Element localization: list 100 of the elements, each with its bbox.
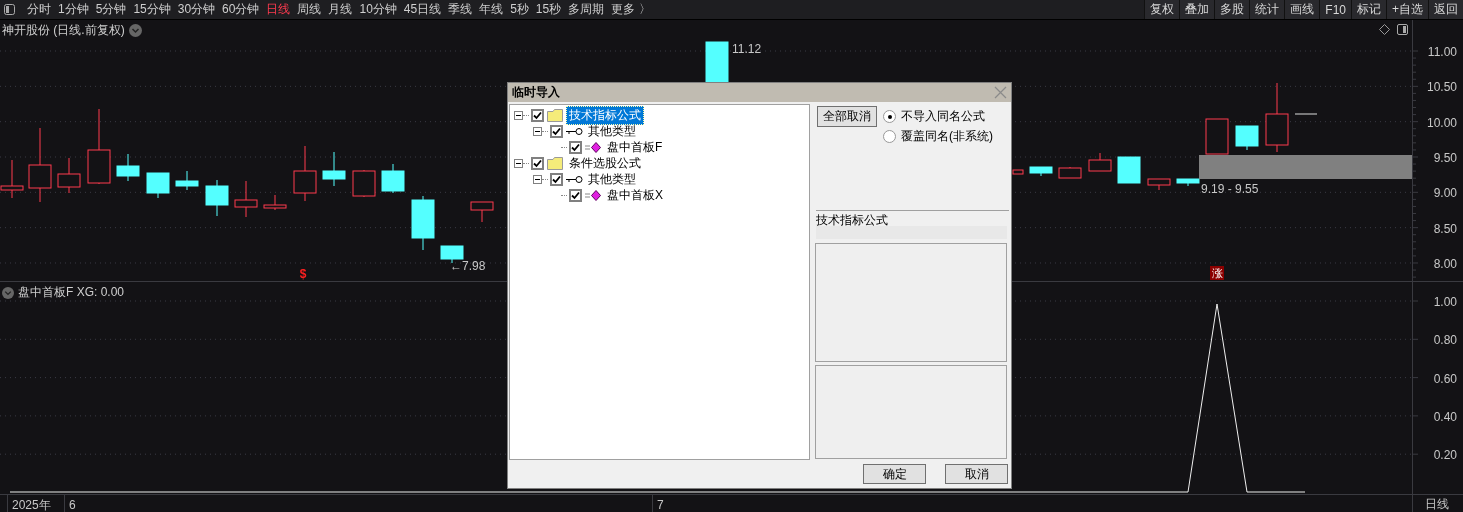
signal-marker: $ (299, 267, 307, 281)
stock-title: 神开股份 (日线.前复权) (2, 22, 125, 39)
collapse-icon[interactable] (533, 174, 542, 184)
toolbar-button[interactable]: F10 (1319, 0, 1351, 19)
indicator-axis-label: 0.60 (1433, 371, 1457, 386)
toolbar-button[interactable]: 叠加 (1179, 0, 1215, 19)
time-axis-label: 2025年 (12, 498, 51, 512)
candlestick (705, 41, 729, 84)
period-tab[interactable]: 45日线 (403, 1, 442, 18)
toolbar-button[interactable]: 复权 (1144, 0, 1180, 19)
panel-toggle-icon[interactable] (4, 4, 15, 15)
period-tab[interactable]: 30分钟 (177, 1, 216, 18)
radio-button[interactable] (883, 110, 896, 123)
candlestick (1205, 118, 1229, 155)
price-range-label: 9.19 - 9.55 (1201, 182, 1259, 196)
price-axis-label: 8.50 (1433, 221, 1457, 236)
toolbar-button[interactable]: 多股 (1214, 0, 1250, 19)
candlestick (234, 180, 258, 218)
period-tab[interactable]: 日线 (266, 1, 291, 18)
cancel-all-button[interactable]: 全部取消 (817, 106, 877, 127)
period-tab[interactable]: 年线 (479, 1, 504, 18)
candlestick (175, 170, 199, 191)
radio-label[interactable]: 覆盖同名(非系统) (901, 128, 993, 145)
period-tab[interactable]: 15分钟 (133, 1, 171, 18)
chevron-down-icon[interactable] (128, 24, 142, 37)
folder-icon (547, 108, 564, 122)
candlestick (205, 179, 229, 217)
candlestick (1117, 156, 1141, 184)
rise-badge: 涨 (1210, 266, 1224, 280)
candlestick (293, 145, 317, 202)
indicator-axis-label: 0.80 (1433, 333, 1457, 348)
checkbox[interactable] (550, 172, 563, 186)
diamond-icon[interactable] (1379, 24, 1390, 35)
period-tab[interactable]: 分时 (27, 1, 51, 18)
candlestick (1029, 166, 1053, 177)
toolbar-button[interactable]: 画线 (1284, 0, 1320, 19)
candlestick (381, 163, 405, 194)
period-tab[interactable]: 60分钟 (222, 1, 260, 18)
price-axis-label: 11.00 (1427, 45, 1457, 59)
time-axis-label: 7 (657, 498, 664, 512)
checkbox[interactable] (531, 156, 544, 170)
candlestick (1058, 166, 1082, 179)
indicator-title: 盘中首板F XG: 0.00 (18, 284, 125, 301)
price-axis-label: 10.00 (1426, 115, 1457, 130)
diamond-icon (585, 141, 602, 153)
tree-item[interactable]: 技术指标公式 (566, 105, 644, 125)
low-price-label: ←7.98 (450, 259, 486, 273)
toolbar-button[interactable]: 返回 (1428, 0, 1463, 19)
price-line (1294, 113, 1318, 115)
dialog-title: 临时导入 (512, 84, 560, 101)
checkbox[interactable] (569, 188, 582, 202)
toolbar-button[interactable]: 标记 (1351, 0, 1386, 19)
candlestick (263, 194, 287, 211)
collapse-icon[interactable] (514, 110, 523, 120)
period-tab[interactable]: 5分钟 (95, 1, 127, 18)
toolbar-button[interactable]: 统计 (1249, 0, 1285, 19)
period-tab[interactable]: 多周期 (568, 1, 605, 18)
candlestick (470, 201, 494, 223)
period-tab[interactable]: 15秒 (535, 1, 562, 18)
candlestick (1265, 82, 1289, 153)
candlestick (1012, 169, 1024, 175)
more-periods-button[interactable]: 更多 〉 (611, 1, 651, 18)
panel-toggle-icon[interactable] (1397, 24, 1408, 35)
price-axis-label: 8.00 (1433, 257, 1457, 271)
candlestick (1235, 125, 1259, 151)
time-axis-label: 6 (69, 498, 76, 512)
period-tab[interactable]: 10分钟 (359, 1, 397, 18)
indicator-axis-label: 0.40 (1433, 409, 1457, 424)
period-tab[interactable]: 1分钟 (58, 1, 89, 18)
period-tab[interactable]: 月线 (328, 1, 353, 18)
candlestick (1088, 152, 1112, 172)
diamond-icon (585, 189, 602, 201)
checkbox[interactable] (569, 140, 582, 154)
period-tab[interactable]: 季线 (448, 1, 473, 18)
period-tab[interactable]: 周线 (297, 1, 322, 18)
chevron-down-icon[interactable] (2, 286, 14, 299)
candlestick (1147, 178, 1171, 191)
toolbar-button[interactable]: +自选 (1386, 0, 1428, 19)
radio-label[interactable]: 不导入同名公式 (901, 108, 985, 125)
candlestick (57, 157, 81, 194)
candlestick (116, 153, 140, 182)
candlestick (1176, 178, 1200, 187)
folder-icon (547, 156, 564, 170)
high-price-label: 11.12 (732, 42, 762, 56)
price-axis-label: 9.00 (1433, 186, 1457, 201)
candlestick (146, 172, 170, 199)
cancel-button[interactable]: 取消 (945, 464, 1008, 484)
candlestick (411, 195, 435, 251)
candlestick (352, 169, 376, 198)
collapse-icon[interactable] (514, 158, 523, 168)
period-label: 日线 (1412, 495, 1463, 512)
key-icon (566, 126, 583, 136)
checkbox[interactable] (550, 124, 563, 138)
candlestick (322, 151, 346, 187)
checkbox[interactable] (531, 108, 544, 122)
key-icon (566, 174, 583, 184)
ok-button[interactable]: 确定 (863, 464, 926, 484)
period-tab[interactable]: 5秒 (510, 1, 529, 18)
collapse-icon[interactable] (533, 126, 542, 136)
radio-button[interactable] (883, 130, 896, 143)
